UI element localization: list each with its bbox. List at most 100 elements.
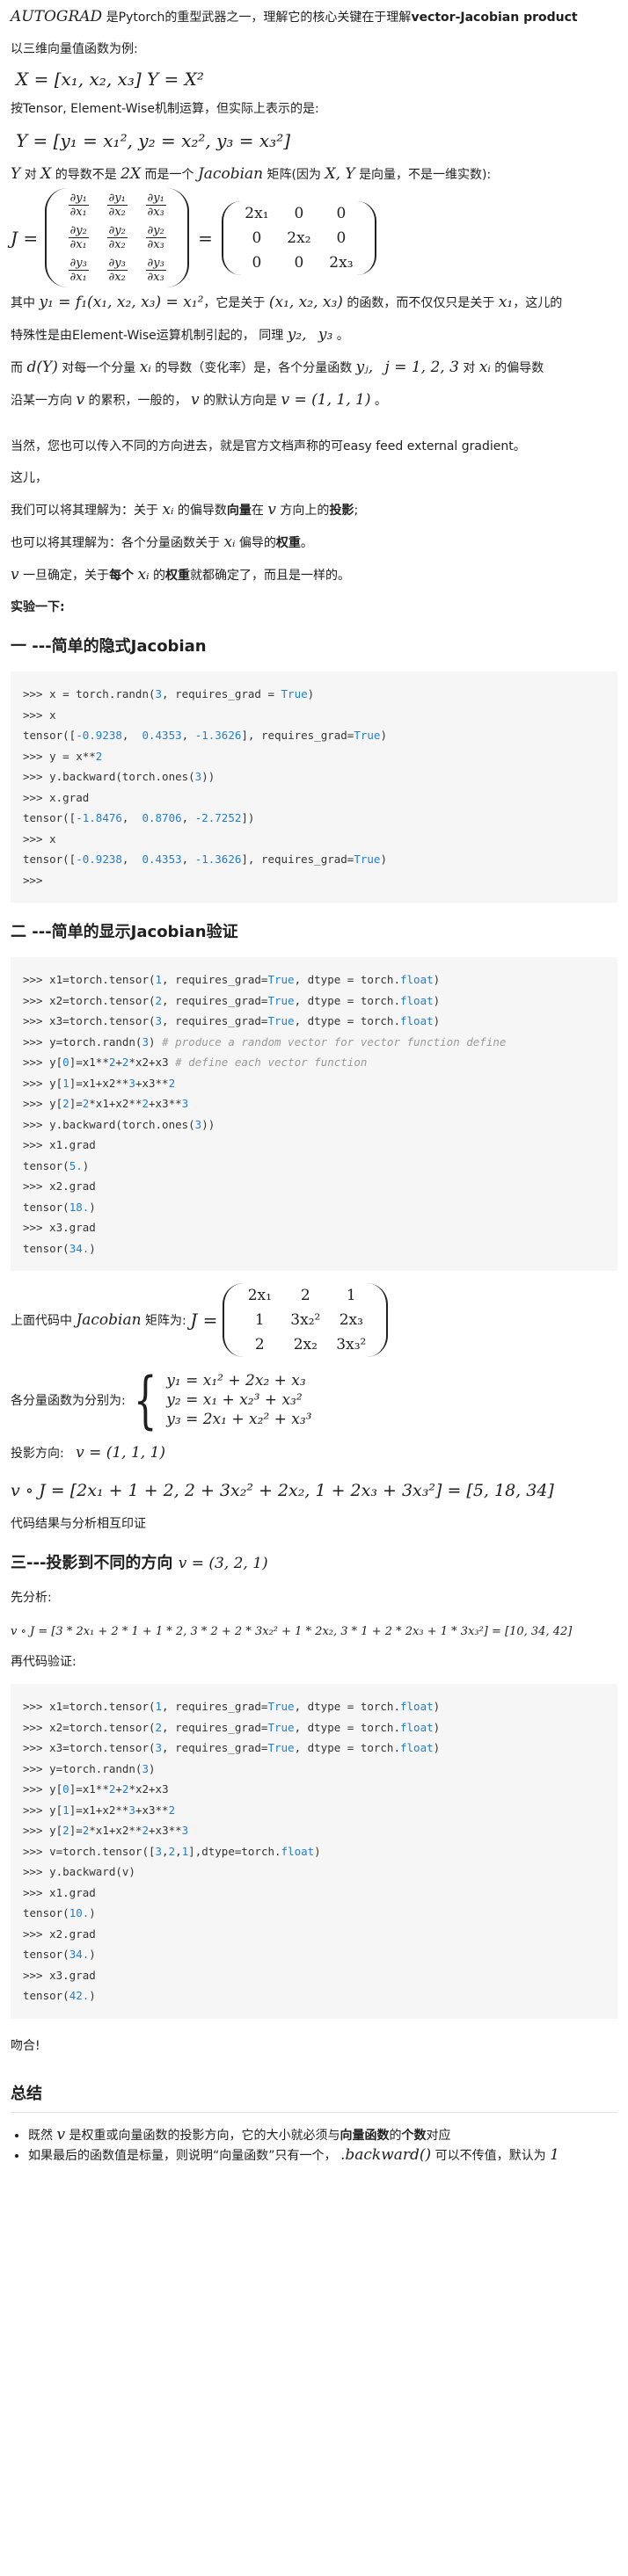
summary-item-2: 如果最后的函数值是标量，则说明“向量函数”只有一个， .backward() 可… (28, 2145, 617, 2166)
code-line: >>> y.backward(torch.ones(3)) (23, 1117, 215, 1131)
article: AUTOGRAD 是Pytorch的重型武器之一，理解它的核心关键在于理解vec… (0, 0, 628, 2166)
code-line: >>> x = torch.randn(3, requires_grad = T… (23, 687, 315, 700)
partial-fraction: ∂y₃ ∂x₂ (106, 257, 128, 284)
heading-implicit-jacobian: 一 ---简单的隐式Jacobian (11, 637, 207, 656)
code-line: >>> y[0]=x1**2+2*x2+x3 # define each vec… (23, 1056, 368, 1069)
code-line: >>> x3=torch.tensor(3, requires_grad=Tru… (23, 1741, 441, 1754)
matrix-cell: 2x₁ (247, 1287, 272, 1304)
code-line: tensor(42.) (23, 1989, 96, 2002)
code-line: >>> x2=torch.tensor(2, requires_grad=Tru… (23, 993, 441, 1007)
matrix-cell: 2x₃ (339, 1311, 363, 1329)
heading-explicit-jacobian: 二 ---简单的显示Jacobian验证 (11, 923, 238, 941)
derivative-paragraph: Y 对 X 的导数不是 2X 而是一个 Jacobian 矩阵(因为 X, Y … (11, 165, 492, 183)
where-paragraph: 其中 y₁ = f₁(x₁, x₂, x₃) = x₁²，它是关于 (x₁, x… (11, 294, 563, 311)
matrix-cell: 3x₂² (290, 1311, 321, 1329)
analysis-label: 先分析: (11, 1591, 52, 1605)
elementwise-text: 按Tensor, Element-Wise机制运算，但实际上表示的是: (11, 102, 319, 116)
code-line: >>> v=torch.tensor([3,2,1],dtype=torch.f… (23, 1844, 321, 1858)
matrix-cell: 0 (294, 253, 304, 272)
autograd-term: AUTOGRAD (11, 8, 103, 25)
code-line: tensor([-0.9238, 0.4353, -1.3626], requi… (23, 853, 387, 866)
brace-icon: { (133, 1364, 157, 1436)
jacobian-code-matrix: 2x₁ 2 1 1 3x₂² 2x₃ 2 2x₂ 3x₃² (223, 1283, 389, 1357)
partial-fraction: ∂y₁ ∂x₂ (106, 192, 128, 219)
code-line: tensor(34.) (23, 1241, 96, 1255)
special-paragraph: 特殊性是由Element-Wise运算机制引起的， 同理 y₂, y₃ 。 (11, 326, 349, 344)
code-line: tensor(10.) (23, 1906, 96, 1919)
code-line: >>> y=torch.randn(3) # produce a random … (23, 1034, 507, 1049)
matrix-cell: 2x₃ (329, 253, 354, 272)
heading-summary: 总结 (11, 2084, 42, 2103)
here-text: 这儿， (11, 471, 47, 485)
code-line: >>> y=torch.randn(3) (23, 1761, 156, 1775)
code-line: >>> y[0]=x1**2+2*x2+x3 (23, 1782, 169, 1796)
partial-fraction: ∂y₃ ∂x₁ (68, 257, 89, 284)
heading-projection: 三---投影到不同的方向 v = (3, 2, 1) (11, 1554, 268, 1572)
jacobian-eq: = (198, 227, 213, 249)
code-line: tensor([-0.9238, 0.4353, -1.3626], requi… (23, 729, 387, 742)
code-line: >>> x.grad (23, 790, 90, 804)
code-line: >>> x (23, 831, 56, 845)
matrix-cell: 2 (300, 1287, 310, 1304)
eq-voj1: v ∘ J = [2x₁ + 1 + 2, 2 + 3x₂² + 2x₂, 1 … (11, 1481, 554, 1500)
jacobian-lhs: J = (11, 227, 39, 249)
component-equations: y₁ = x₁² + 2x₂ + x₃ y₂ = x₁ + x₂³ + x₃² y₃… (166, 1371, 311, 1429)
once-paragraph: v 一旦确定，关于每个 xᵢ 的权重就都确定了，而且是一样的。 (11, 566, 350, 584)
code-line: >>> (23, 873, 43, 887)
component-equation: y₁ = x₁² + 2x₂ + x₃ (166, 1372, 306, 1390)
partial-fraction: ∂y₂ ∂x₃ (145, 224, 166, 251)
jacobian-equation: J = ∂y₁ ∂x₁ ∂y₁ ∂x₂ ∂y₁ ∂x₃ ∂y₂ ∂x₁ ∂y₂ ∂x₂ ∂y₂ ∂x₃… (11, 185, 617, 293)
jacobian-values-matrix: 2x₁ 0 0 0 2x₂ 0 0 0 2x₃ (221, 200, 376, 275)
code-line: >>> x2.grad (23, 1927, 96, 1941)
matrix-cell: 2x₂ (293, 1336, 318, 1353)
code-line: >>> x1.grad (23, 1885, 96, 1899)
understand2-paragraph: 也可以将其理解为：各个分量函数关于 xᵢ 偏导的权重。 (11, 533, 313, 551)
code-line: >>> x1.grad (23, 1138, 96, 1151)
code-line: >>> x2=torch.tensor(2, requires_grad=Tru… (23, 1720, 441, 1734)
partial-fraction: ∂y₁ ∂x₁ (68, 192, 89, 219)
code-line: >>> x2.grad (23, 1179, 96, 1193)
matrix-cell: 0 (336, 204, 347, 222)
code-block-projection: >>> x1=torch.tensor(1, requires_grad=Tru… (11, 1684, 617, 2019)
code-line: >>> x1=torch.tensor(1, requires_grad=Tru… (23, 973, 441, 986)
summary-item-1: 既然 v 是权重或向量函数的投影方向，它的大小就必须与向量函数的个数对应 (28, 2125, 617, 2145)
matrix-cell: 1 (346, 1287, 356, 1304)
jacobian-partials-matrix: ∂y₁ ∂x₁ ∂y₁ ∂x₂ ∂y₁ ∂x₃ ∂y₂ ∂x₁ ∂y₂ ∂x₂ ∂y₂ ∂x₃ ∂y₃ ∂… (45, 188, 190, 287)
understand1-paragraph: 我们可以将其理解为：关于 xᵢ 的偏导数向量在 v 方向上的投影; (11, 501, 359, 519)
matrix-cell: 2x₁ (245, 204, 269, 222)
matrix-cell: 2x₂ (287, 229, 311, 247)
matrix-cell: 0 (252, 253, 262, 272)
code-line: >>> y[1]=x1+x2**3+x3**2 (23, 1803, 176, 1817)
code-line: >>> y.backward(torch.ones(3)) (23, 770, 215, 783)
code-line: tensor(34.) (23, 1948, 96, 1961)
code-line: tensor(5.) (23, 1158, 90, 1172)
matrix-cell: 1 (254, 1311, 265, 1329)
code-line: >>> y = x**2 (23, 749, 103, 763)
intro-text: 是Pytorch的重型武器之一，理解它的核心关键在于理解 (106, 11, 412, 25)
matrix-cell: 3x₃² (336, 1336, 367, 1353)
code-block-implicit: >>> x = torch.randn(3, requires_grad = T… (11, 671, 617, 903)
code-line: >>> x3=torch.tensor(3, requires_grad=Tru… (23, 1014, 441, 1027)
partial-fraction: ∂y₁ ∂x₃ (145, 192, 166, 219)
matrix-cell: 0 (252, 229, 262, 247)
code-line: >>> x1=torch.tensor(1, requires_grad=Tru… (23, 1700, 441, 1713)
dy-paragraph: 而 d(Y) 对每一个分量 xᵢ 的导数（变化率）是，各个分量函数 yⱼ, j … (11, 359, 544, 376)
vec-example-text: 以三维向量值函数为例: (11, 42, 138, 56)
component-equation: y₃ = 2x₁ + x₂² + x₃³ (166, 1411, 312, 1428)
verify-label: 再代码验证: (11, 1655, 77, 1669)
code-line: tensor(18.) (23, 1200, 96, 1214)
match-text: 吻合! (11, 2038, 40, 2053)
eq-xy: X = [x₁, x₂, x₃] Y = X² (16, 69, 204, 90)
proj-dir-paragraph: 投影方向: v = (1, 1, 1) (11, 1444, 166, 1462)
component-equation: y₂ = x₁ + x₂³ + x₃² (166, 1391, 303, 1409)
along-paragraph: 沿某一方向 v 的累积，一般的， v 的默认方向是 v = (1, 1, 1) … (11, 391, 387, 409)
intro-bold: vector-Jacobian product (411, 11, 578, 25)
matrix-cell: 2 (254, 1336, 265, 1353)
code-match-text: 代码结果与分析相互印证 (11, 1517, 146, 1531)
code-line: >>> y[2]=2*x1+x2**2+x3**3 (23, 1097, 189, 1110)
code-line: >>> y.backward(v) (23, 1865, 135, 1878)
jac-above-paragraph: 上面代码中 Jacobian 矩阵为: J = 2x₁ 2 1 1 3x₂² 2x₃ 2 2x… (11, 1283, 617, 1357)
easyfeed-text: 当然，您也可以传入不同的方向进去，就是官方文档声称的可easy feed ext… (11, 439, 526, 454)
partial-fraction: ∂y₂ ∂x₁ (68, 224, 89, 251)
matrix-cell: 0 (336, 229, 347, 247)
